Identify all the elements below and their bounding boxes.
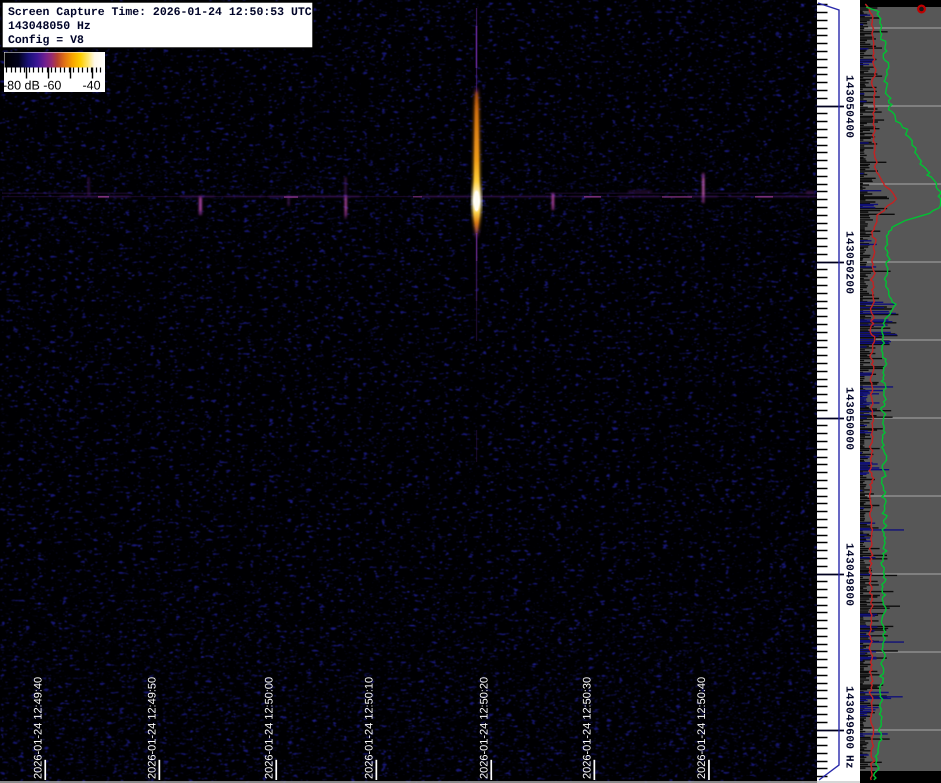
svg-text:143049800: 143049800 — [843, 543, 855, 606]
svg-text:143050200: 143050200 — [843, 231, 855, 294]
svg-text:Screen Capture Time: 2026-01-2: Screen Capture Time: 2026-01-24 12:50:53… — [8, 6, 312, 19]
svg-text:Config = V8: Config = V8 — [8, 34, 84, 47]
svg-text:2026-01-24 12:50:00: 2026-01-24 12:50:00 — [263, 677, 275, 779]
svg-text:2026-01-24 12:50:10: 2026-01-24 12:50:10 — [363, 677, 375, 779]
svg-text:-40: -40 — [83, 79, 101, 93]
svg-text:2026-01-24 12:49:40: 2026-01-24 12:49:40 — [32, 677, 44, 779]
svg-text:143050000: 143050000 — [843, 387, 855, 450]
svg-text:2026-01-24 12:50:30: 2026-01-24 12:50:30 — [581, 677, 593, 779]
svg-text:Hz: Hz — [843, 755, 855, 769]
svg-text:-80 dB -60: -80 dB -60 — [3, 79, 61, 93]
svg-text:143048050 Hz: 143048050 Hz — [8, 20, 91, 33]
svg-text:143049600: 143049600 — [843, 686, 855, 749]
svg-text:2026-01-24 12:50:20: 2026-01-24 12:50:20 — [478, 677, 490, 779]
svg-text:2026-01-24 12:50:40: 2026-01-24 12:50:40 — [696, 677, 708, 779]
svg-text:143050400: 143050400 — [843, 75, 855, 138]
svg-text:2026-01-24 12:49:50: 2026-01-24 12:49:50 — [146, 677, 158, 779]
